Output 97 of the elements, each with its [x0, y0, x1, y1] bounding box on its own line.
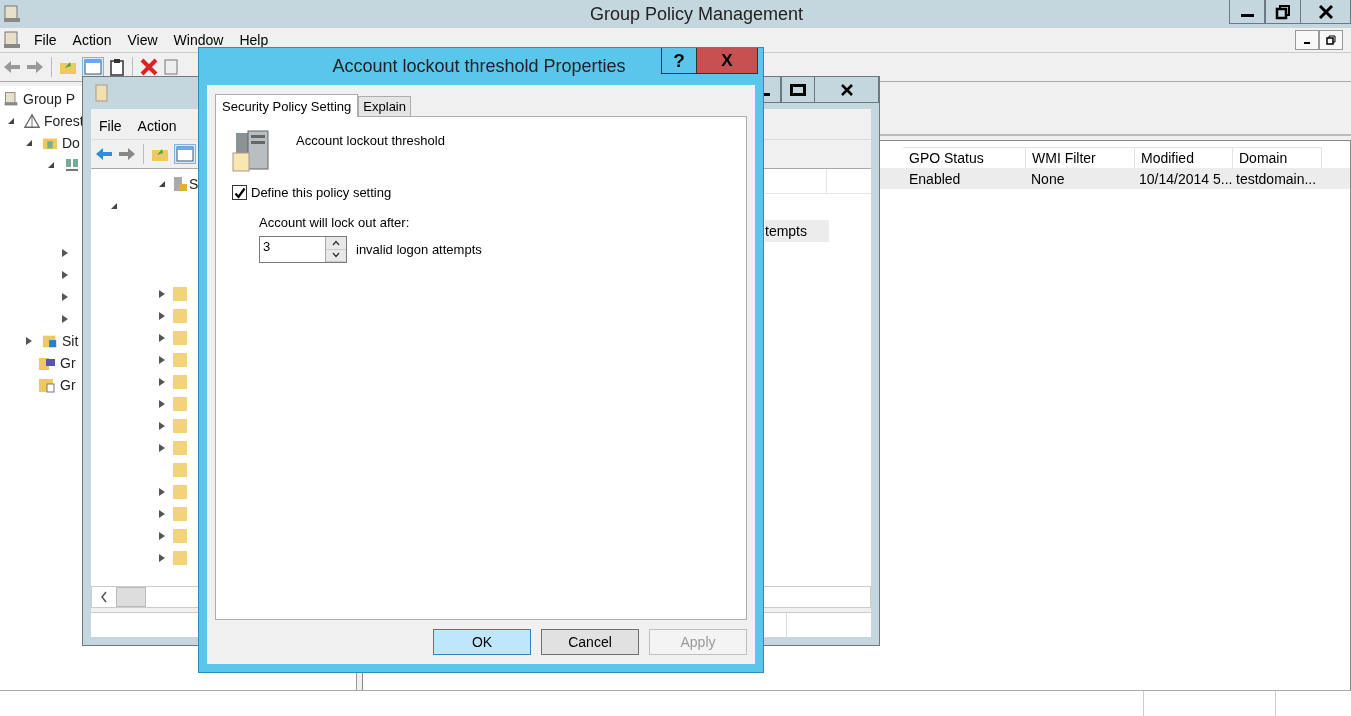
dialog-title: Account lockout threshold Properties	[332, 56, 626, 77]
console-icon	[2, 30, 22, 50]
expand-arrow-icon[interactable]	[159, 488, 165, 496]
forward-icon[interactable]	[118, 146, 136, 162]
results-folder-icon	[38, 377, 56, 393]
expand-arrow-icon[interactable]	[159, 554, 165, 562]
expand-arrow-icon[interactable]	[159, 510, 165, 518]
scroll-icon	[2, 4, 22, 24]
maximize-icon	[790, 83, 806, 96]
tree-item[interactable]: Sit	[62, 333, 79, 349]
menu-item[interactable]: File	[26, 30, 65, 50]
close-icon	[1318, 4, 1333, 19]
back-icon[interactable]	[95, 146, 113, 162]
scroll-icon	[93, 83, 111, 103]
console-icon	[3, 91, 19, 107]
tab[interactable]: Explain	[358, 96, 411, 116]
expand-arrow-icon[interactable]	[159, 400, 165, 408]
expand-arrow-icon[interactable]	[159, 334, 165, 342]
restore-icon	[1275, 3, 1291, 20]
folder-icon	[173, 529, 187, 543]
close-icon	[840, 83, 853, 96]
menu-item[interactable]: Action	[64, 30, 120, 50]
folder-icon	[173, 397, 187, 411]
minimize-button[interactable]	[1295, 30, 1319, 50]
expand-arrow-icon[interactable]	[62, 315, 68, 323]
tree-item[interactable]: Group P	[23, 91, 76, 107]
checkbox[interactable]	[232, 185, 247, 200]
close-button[interactable]: X	[697, 48, 758, 74]
restore-icon	[1326, 35, 1336, 45]
pane-icon[interactable]	[174, 144, 196, 164]
table-cell-text: 10/14/2014 5...	[1138, 169, 1230, 189]
checkbox-label: Define this policy setting	[251, 185, 392, 200]
folder-icon	[173, 551, 187, 565]
expand-arrow-icon[interactable]	[48, 162, 54, 168]
lockout-label: Account will lock out after:	[259, 215, 410, 230]
tree-item[interactable]: Gr	[60, 377, 76, 393]
menu-item[interactable]: File	[91, 116, 130, 136]
menu-item[interactable]: Help	[231, 30, 277, 50]
folder-icon	[173, 309, 187, 323]
menu-item[interactable]: View	[119, 30, 166, 50]
restore-button[interactable]	[1265, 0, 1301, 24]
clipboard-icon[interactable]	[109, 58, 125, 76]
expand-arrow-icon[interactable]	[159, 356, 165, 364]
folder-icon	[173, 463, 187, 477]
table-cell-text: Enabled	[908, 169, 962, 189]
tree-item[interactable]: S	[189, 176, 199, 192]
restore-button[interactable]	[1319, 30, 1343, 50]
close-button[interactable]	[1301, 0, 1351, 24]
server-icon	[232, 129, 272, 173]
expand-arrow-icon[interactable]	[159, 444, 165, 452]
folder-icon	[173, 419, 187, 433]
table-cell-text: None	[1030, 169, 1066, 189]
folder-icon	[173, 507, 187, 521]
expand-arrow-icon[interactable]	[159, 181, 165, 187]
folder-icon	[173, 353, 187, 367]
table-cell-text: testdomain...	[1235, 169, 1318, 189]
expand-arrow-icon[interactable]	[26, 140, 32, 146]
menu-item[interactable]: Window	[165, 30, 232, 50]
window-title: Group Policy Management	[589, 3, 804, 25]
expand-arrow-icon[interactable]	[159, 532, 165, 540]
pane-icon[interactable]	[82, 57, 104, 77]
menu-item[interactable]: Action	[129, 116, 185, 136]
dialog-button[interactable]: OK	[433, 629, 531, 655]
tree-item[interactable]: Forest	[44, 113, 84, 129]
expand-arrow-icon[interactable]	[111, 203, 117, 209]
tab[interactable]: Security Policy Setting	[215, 94, 359, 117]
lock-server-icon	[173, 176, 187, 192]
modeling-icon	[38, 355, 56, 371]
expand-arrow-icon[interactable]	[26, 337, 32, 345]
expand-arrow-icon[interactable]	[159, 422, 165, 430]
scroll-thumb[interactable]	[116, 587, 146, 607]
tree-item[interactable]: Gr	[60, 355, 76, 371]
close-button[interactable]	[815, 77, 879, 103]
delete-icon[interactable]	[140, 58, 158, 76]
threshold-spinbox[interactable]: 3	[259, 236, 347, 263]
maximize-button[interactable]	[781, 77, 815, 103]
dialog-button[interactable]: Cancel	[541, 629, 639, 655]
triangle-icon	[24, 113, 40, 129]
expand-arrow-icon[interactable]	[159, 312, 165, 320]
minimize-button[interactable]	[1229, 0, 1265, 24]
expand-arrow-icon[interactable]	[8, 118, 14, 124]
expand-arrow-icon[interactable]	[159, 290, 165, 298]
folder-icon	[173, 375, 187, 389]
policy-name: Account lockout threshold	[296, 133, 445, 148]
expand-arrow-icon[interactable]	[159, 378, 165, 386]
expand-arrow-icon[interactable]	[62, 271, 68, 279]
help-button[interactable]: ?	[661, 48, 697, 74]
folder-icon	[173, 287, 187, 301]
expand-arrow-icon[interactable]	[62, 249, 68, 257]
folder-icon	[173, 441, 187, 455]
tree-item[interactable]: Do	[62, 135, 80, 151]
expand-arrow-icon[interactable]	[62, 293, 68, 301]
attempts-label: invalid logon attempts	[356, 242, 482, 257]
folder-icon	[173, 485, 187, 499]
sites-folder-icon	[42, 333, 58, 349]
network-icon	[64, 157, 80, 173]
folder-icon	[173, 331, 187, 345]
